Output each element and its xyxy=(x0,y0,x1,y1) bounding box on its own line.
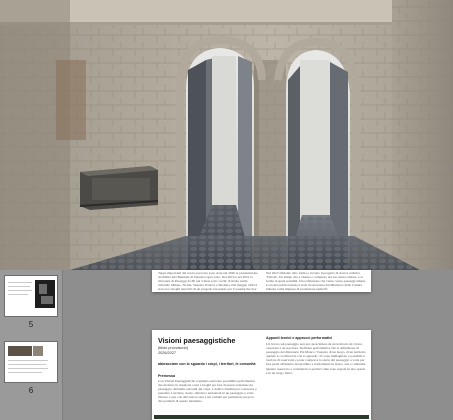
thumbnail-page-6[interactable] xyxy=(5,342,57,382)
page-bottom-image-strip xyxy=(154,415,369,419)
pdf-page-top: Tappe importanti del nostro percorso son… xyxy=(152,270,371,292)
page-title: Visioni paesaggistiche xyxy=(158,336,236,345)
page-top-col2: Nel 2023 abbiamo dato forma e avviato il… xyxy=(266,271,366,283)
thumbnail-sidebar[interactable]: 5 6 xyxy=(0,270,63,420)
thumbnail-page-5[interactable] xyxy=(5,276,57,316)
page-main-col1: Con Visioni Paesaggistiche vogliamo espl… xyxy=(158,379,257,404)
pdf-page-main: Visioni paesaggistiche (titolo provvisor… xyxy=(152,330,371,420)
page-subtitle-2: 2026/2027 xyxy=(158,351,176,355)
archway-photo xyxy=(0,0,453,270)
thumbnail-label-5: 5 xyxy=(28,320,34,329)
page-top-col2b: La nostra prima istanza è stata riconosc… xyxy=(266,283,363,292)
right-heading: Appunti teorici e approcci performativi xyxy=(266,336,333,340)
page-top-col1: Tappe importanti del nostro percorso son… xyxy=(158,271,258,292)
page-main-col2: Un lavoro sul paesaggio non può prescind… xyxy=(266,342,366,375)
page-subtitle-1: (titolo provvisorio) xyxy=(158,346,188,350)
thumbnail-label-6: 6 xyxy=(28,386,34,395)
hero-photo xyxy=(0,0,453,270)
premise-label: Premessa xyxy=(158,374,175,378)
page-lead: abbracciare con lo sguardo i corpi, i te… xyxy=(158,362,256,366)
pdf-viewer[interactable]: 5 6 Tappe importanti del nostro percorso… xyxy=(0,270,453,420)
